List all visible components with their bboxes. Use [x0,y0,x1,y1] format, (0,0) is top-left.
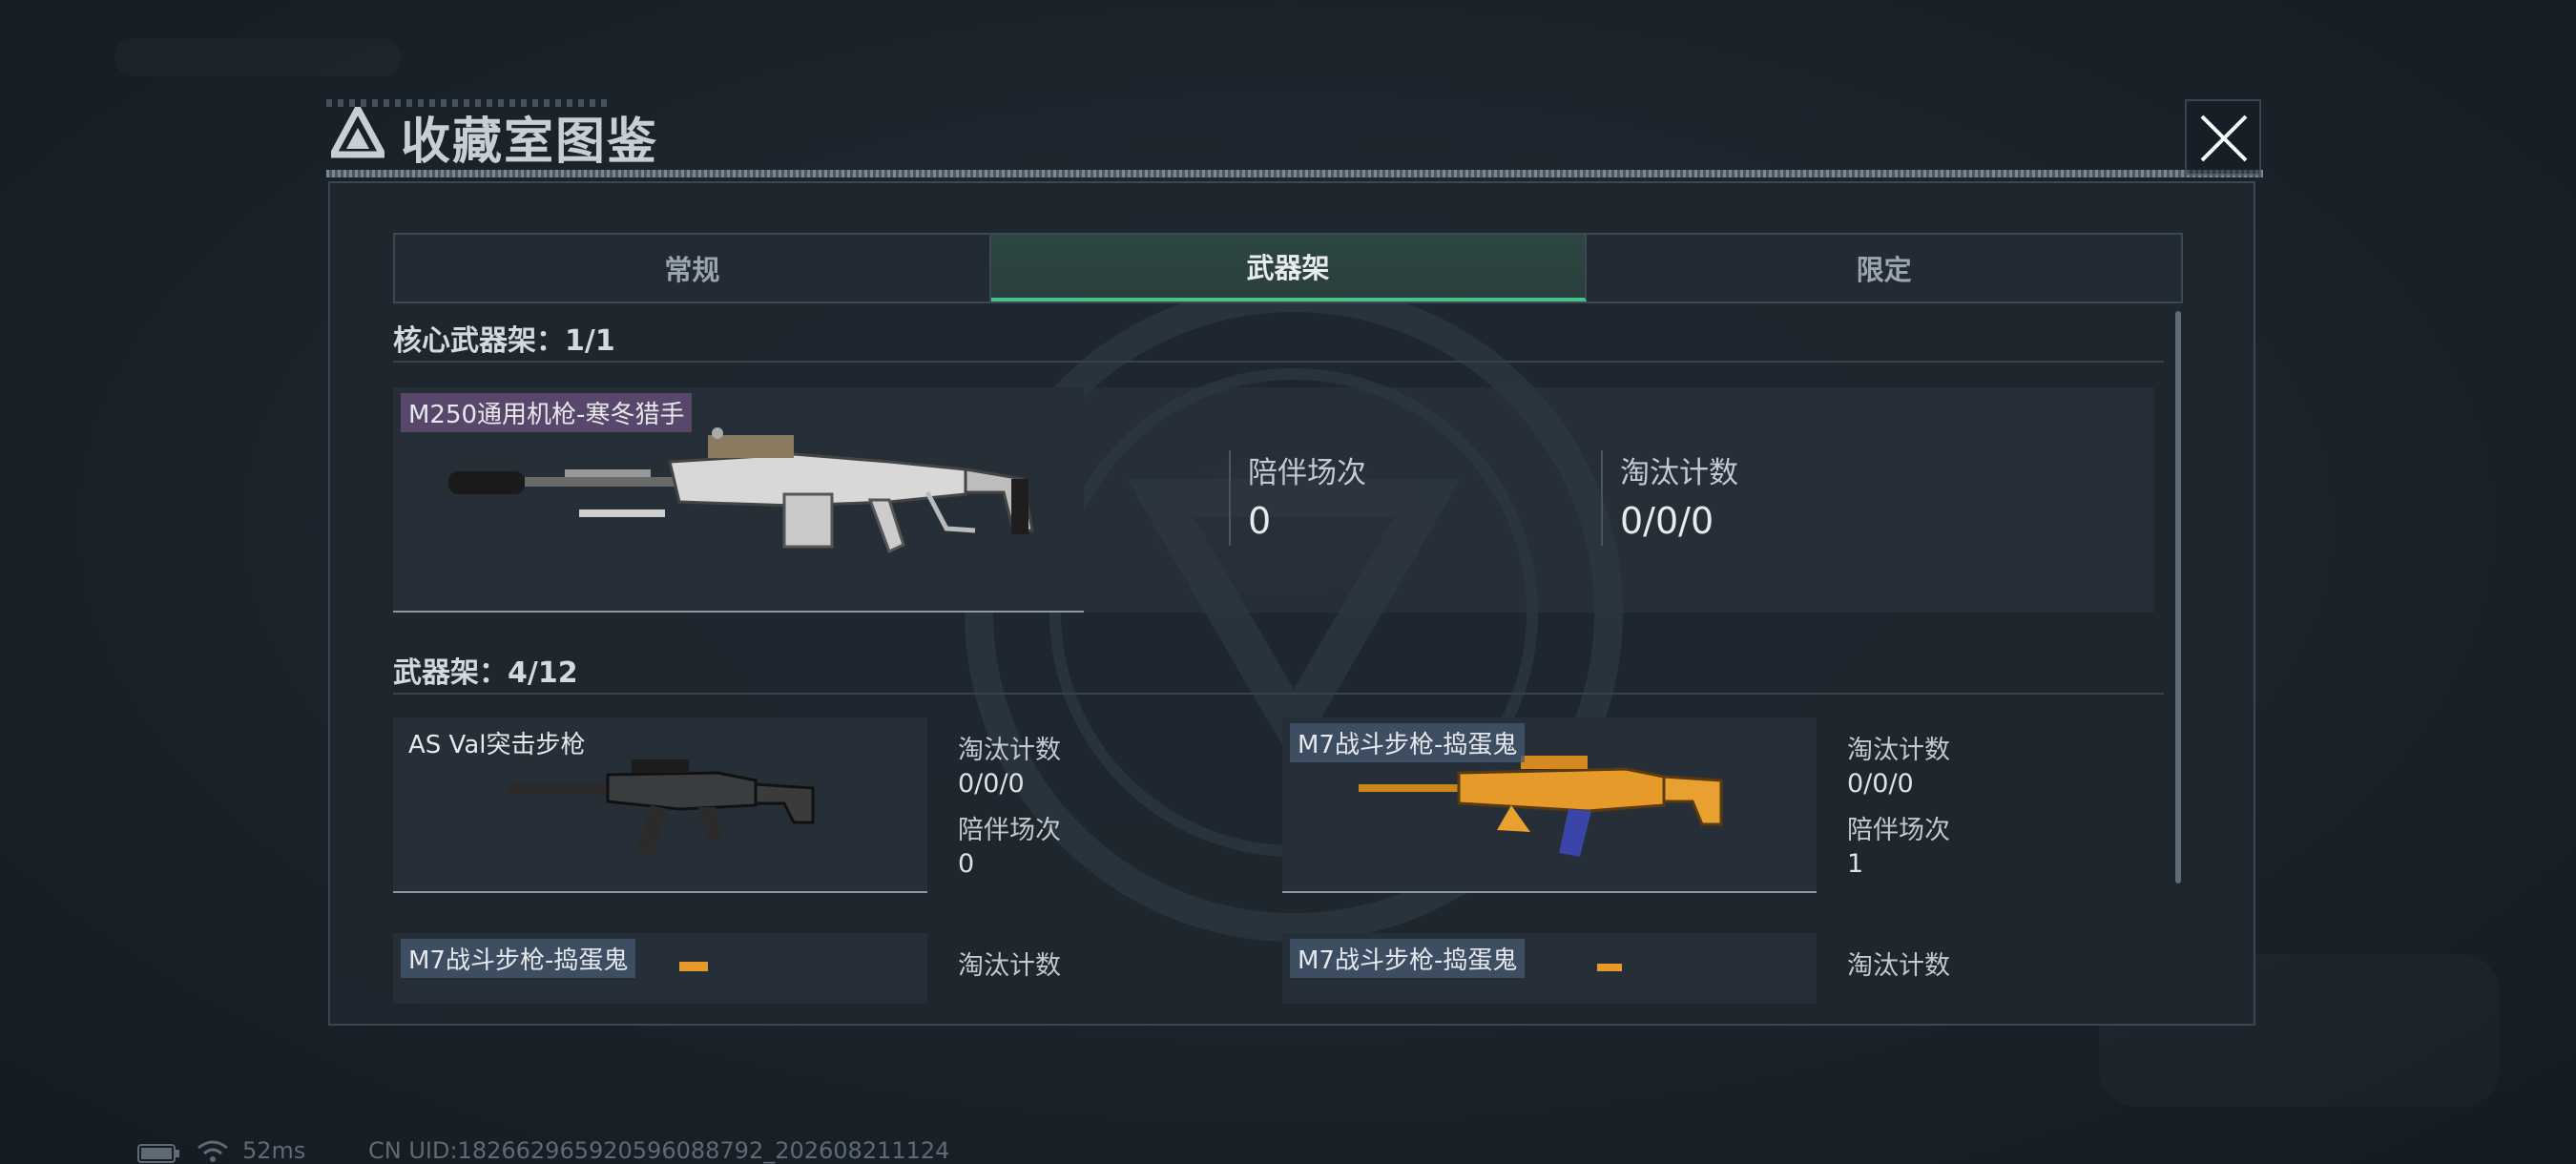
matches-value: 1 [1847,849,1864,879]
weapon-card[interactable]: M7战斗步枪-捣蛋鬼 [1282,717,1817,893]
tab-limited[interactable]: 限定 [1587,235,2181,301]
tab-weapon-rack[interactable]: 武器架 [990,235,1588,301]
weapon-card[interactable]: M7战斗步枪-捣蛋鬼 [1282,933,1817,1004]
eliminations-value: 0/0/0 [958,769,1025,799]
tab-general[interactable]: 常规 [395,235,991,301]
weapon-name-tag: M7战斗步枪-捣蛋鬼 [1290,939,1526,978]
tab-bar: 常规 武器架 限定 [393,233,2183,303]
weapon-name-tag: M250通用机枪-寒冬猎手 [401,393,693,432]
eliminations-value: 0/0/0 [1620,500,1714,542]
weapon-name-tag: M7战斗步枪-捣蛋鬼 [1290,723,1526,762]
weapon-rack-title: 武器架：4/12 [393,656,578,690]
wifi-icon [197,1140,228,1162]
matches-label: 陪伴场次 [958,816,1061,845]
core-rack-title: 核心武器架：1/1 [393,324,615,358]
collection-panel: 常规 武器架 限定 核心武器架：1/1 M250通用机枪-寒冬猎手 陪伴场次 0… [328,181,2255,1026]
eliminations-label: 淘汰计数 [1847,951,1950,981]
collection-list[interactable]: 核心武器架：1/1 M250通用机枪-寒冬猎手 陪伴场次 0 淘汰计数 0/0/… [393,307,2183,1004]
backdrop-shape [114,38,401,76]
eliminations-label: 淘汰计数 [1847,736,1950,765]
close-button[interactable] [2185,99,2261,176]
stat-divider [1601,450,1603,546]
title-divider [326,170,2263,177]
weapon-card[interactable]: AS Val突击步枪 [393,717,927,893]
core-weapon-card[interactable]: M250通用机枪-寒冬猎手 陪伴场次 0 淘汰计数 0/0/0 [393,387,2154,613]
battery-icon [137,1144,179,1163]
stat-divider [1229,450,1231,546]
section-divider [393,361,2164,363]
eliminations-label: 淘汰计数 [1620,456,1738,490]
matches-value: 0 [1248,500,1272,542]
eliminations-label: 淘汰计数 [958,951,1061,981]
matches-label: 陪伴场次 [1248,456,1366,490]
dialog-title: 收藏室图鉴 [401,114,659,171]
dialog-header: 收藏室图鉴 [326,95,2263,181]
close-icon [2200,114,2248,162]
matches-value: 0 [958,849,975,879]
weapon-image-frame: M250通用机枪-寒冬猎手 [393,387,1084,613]
section-divider [393,693,2164,695]
uid-text: CN UID:18266296592059608879​2_2026082111… [368,1137,950,1164]
weapon-name-tag: M7战斗步枪-捣蛋鬼 [401,939,636,978]
eliminations-value: 0/0/0 [1847,769,1914,799]
logo-icon [331,107,384,158]
eliminations-label: 淘汰计数 [958,736,1061,765]
screen: 收藏室图鉴 常规 武器架 限定 核心武器架：1/1 M250通用机枪-寒冬猎手 … [0,0,2576,1164]
weapon-name-tag: AS Val突击步枪 [408,731,586,759]
ping-text: 52ms [242,1137,306,1164]
matches-label: 陪伴场次 [1847,816,1950,845]
weapon-card[interactable]: M7战斗步枪-捣蛋鬼 [393,933,927,1004]
